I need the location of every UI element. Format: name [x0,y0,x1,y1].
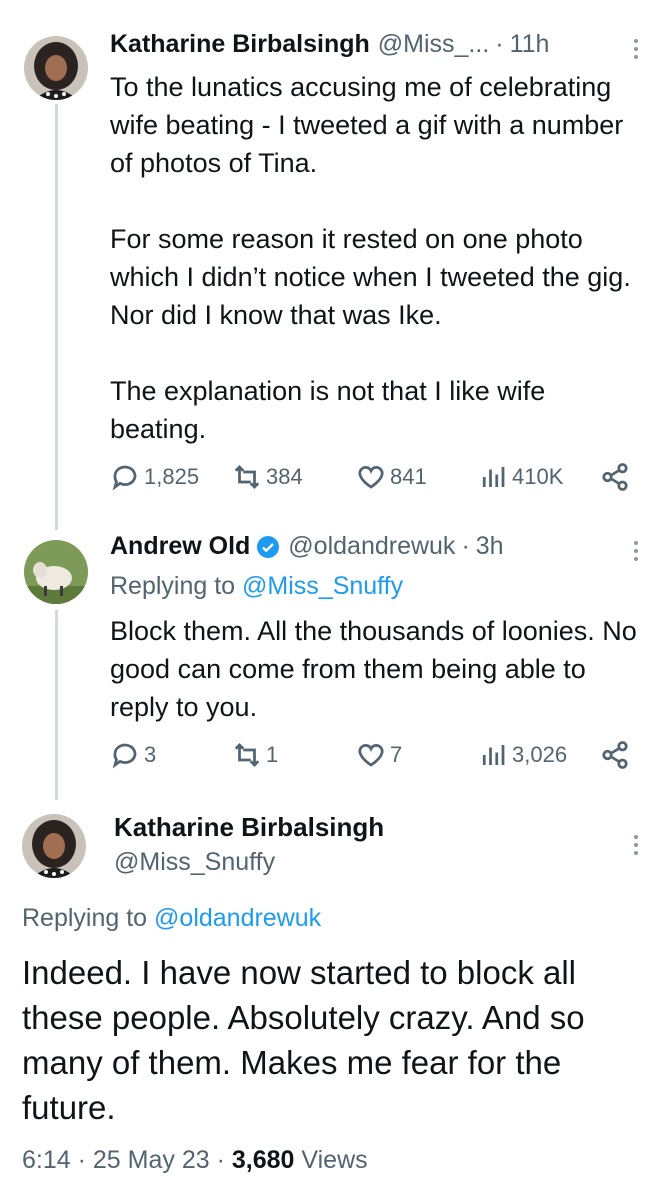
views-count: 3,680 [231,1146,295,1174]
more-icon[interactable] [626,830,646,860]
reply-icon [112,743,137,769]
tweet-paragraph: Block them. All the thousands of loonies… [110,616,637,722]
replying-to: Replying to @Miss_Snuffy [110,572,403,601]
tweet-katharine-1[interactable]: Katharine Birbalsingh @Miss_... · 11h To… [0,0,670,520]
replying-to: Replying to @oldandrewuk [22,904,321,933]
replying-to-link[interactable]: @oldandrewuk [154,904,321,932]
tweet-header: Katharine Birbalsingh @Miss_... · 11h [110,30,610,59]
tweet-meta: 6:14 · 25 May 23 · 3,680 Views [22,1146,368,1175]
replying-to-link[interactable]: @Miss_Snuffy [242,572,403,600]
reply-button[interactable]: 1,825 [110,462,199,492]
retweet-count: 384 [266,464,303,489]
share-button[interactable] [600,462,630,492]
more-icon[interactable] [626,536,646,566]
separator-dot: · [495,30,504,58]
like-button[interactable]: 841 [356,462,427,492]
user-handle[interactable]: @Miss_... [378,30,490,59]
tweet-text: Indeed. I have now started to block all … [22,954,585,1126]
display-name[interactable]: Andrew Old [110,532,250,561]
replying-to-label: Replying to [22,904,148,932]
retweet-count: 1 [266,742,279,767]
avatar[interactable] [22,814,86,878]
retweet-icon [234,465,260,489]
tweet-header: Andrew Old @oldandrewuk · 3h [110,532,610,561]
user-handle[interactable]: @oldandrewuk [288,532,455,561]
separator-dot: · [461,532,470,560]
like-count: 7 [390,742,403,767]
like-icon [358,466,384,489]
tweet-text: To the lunatics accusing me of celebrati… [110,68,646,448]
timestamp[interactable]: 11h [510,30,550,59]
user-handle[interactable]: @Miss_Snuffy [114,848,275,877]
retweet-button[interactable]: 384 [232,462,303,492]
views-count: 410K [512,464,564,489]
like-icon [358,744,384,767]
tweet-katharine-focused[interactable]: Katharine Birbalsingh @Miss_Snuffy Reply… [0,800,670,1200]
reply-count: 3 [144,742,157,767]
more-icon[interactable] [626,34,646,64]
views-button[interactable]: 3,026 [478,740,567,770]
reply-icon [112,465,137,491]
share-icon [602,741,628,769]
tweet-andrew[interactable]: Andrew Old @oldandrewuk · 3h Replying to… [0,520,670,790]
tweet-actions: 3 1 7 3,026 [110,740,636,776]
reply-button[interactable]: 3 [110,740,156,770]
views-icon [482,467,505,487]
like-count: 841 [390,464,427,489]
views-button[interactable]: 410K [478,462,563,492]
reply-count: 1,825 [144,464,200,489]
replying-to-label: Replying to [110,572,236,600]
display-name[interactable]: Katharine Birbalsingh [110,30,370,59]
verified-icon [257,535,280,558]
views-count: 3,026 [512,742,568,767]
display-name[interactable]: Katharine Birbalsingh [114,812,384,843]
tweet-paragraph: The explanation is not that I like wife … [110,376,546,444]
share-icon [602,463,628,491]
share-button[interactable] [600,740,630,770]
retweet-icon [234,743,260,767]
tweet-paragraph: To the lunatics accusing me of celebrati… [110,72,624,178]
tweet-paragraph: For some reason it rested on one photo w… [110,224,631,330]
tweet-time[interactable]: 6:14 [22,1146,71,1174]
tweet-text: Block them. All the thousands of loonies… [110,612,650,726]
tweet-actions: 1,825 384 841 410K [110,462,636,498]
avatar[interactable] [24,36,88,100]
timestamp[interactable]: 3h [476,532,504,561]
retweet-button[interactable]: 1 [232,740,278,770]
separator-dot: · [216,1146,225,1174]
tweet-date[interactable]: 25 May 23 [93,1146,210,1174]
views-label: Views [301,1146,368,1174]
separator-dot: · [77,1146,86,1174]
avatar[interactable] [24,540,88,604]
views-icon [482,745,505,765]
like-button[interactable]: 7 [356,740,402,770]
